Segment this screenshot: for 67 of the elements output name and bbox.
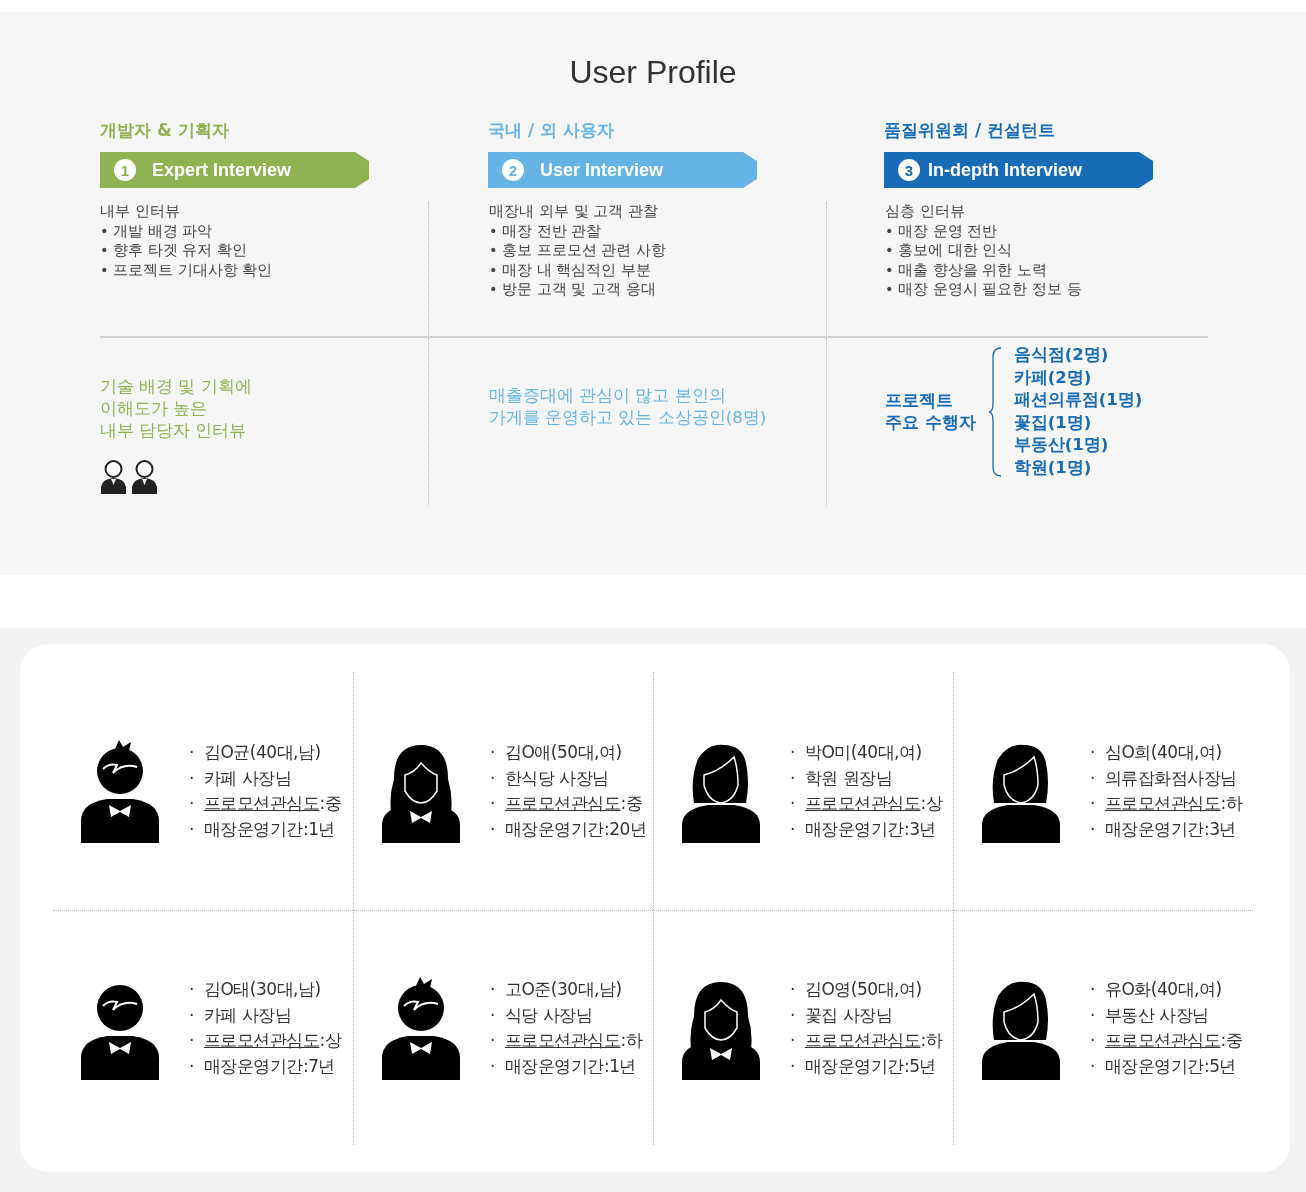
persona-detail: · 매장운영기간:5년 (1090, 1054, 1237, 1078)
persona-detail: · 프로모션관심도:중 (1090, 1029, 1243, 1052)
persona-detail: · 고O준(30대,남) (490, 978, 623, 1001)
persona-detail: · 박O미(40대,여) (790, 741, 923, 764)
persona-detail: · 의류잡화점사장님 (1090, 766, 1238, 790)
persona-detail: · 김O영(50대,여) (790, 978, 923, 1001)
man-avatar-icon (380, 976, 462, 1080)
breakdown-item: 꽃집(1명) (1013, 411, 1093, 434)
persona-detail: · 매장운영기간:3년 (790, 817, 937, 841)
list-item: • 매장 전반 관찰 (489, 221, 603, 241)
list-item: • 매장 운영시 필요한 정보 등 (885, 280, 1083, 299)
breakdown-item: 학원(1명) (1013, 456, 1093, 479)
persona-detail: · 유O화(40대,여) (1090, 978, 1223, 1001)
summary-text: 기술 배경 및 기획에 이해도가 높은 내부 담당자 인터뷰 (100, 375, 253, 442)
list-item: • 홍보에 대한 인식 (885, 241, 1014, 260)
persona-detail: · 프로모션관심도:중 (490, 792, 644, 815)
interview-banner: 3 In-depth Interview (884, 152, 1153, 188)
persona-detail: · 프로모션관심도:중 (189, 792, 342, 815)
persona-detail: · 프로모션관심도:하 (1090, 792, 1243, 815)
group-heading: 개발자 & 기획자 (100, 119, 230, 142)
list-item: • 매장 내 핵심적인 부분 (489, 260, 652, 280)
breakdown-item: 부동산(1명) (1013, 434, 1110, 456)
list-item: • 프로젝트 기대사항 확인 (100, 260, 274, 280)
summary-text: 프로젝트 주요 수행자 (885, 389, 976, 434)
list-item: • 향후 타겟 유저 확인 (100, 241, 248, 260)
list-heading: 매장내 외부 및 고객 관찰 (489, 202, 660, 222)
persona-detail: · 매장운영기간:5년 (790, 1054, 937, 1078)
list-item: • 홍보 프로모션 관련 사항 (489, 241, 667, 260)
persona-detail: · 김O애(50대,여) (490, 741, 623, 764)
persona-detail: · 매장운영기간:3년 (1090, 817, 1237, 841)
persona-detail: · 심O희(40대,여) (1090, 741, 1223, 764)
persona-detail: · 프로모션관심도:하 (490, 1029, 643, 1052)
persona-detail: · 부동산 사장님 (1090, 1003, 1210, 1027)
interview-banner: 2 User Interview (488, 152, 757, 188)
persona-detail: · 꽃집 사장님 (790, 1003, 894, 1027)
persona-detail: · 매장운영기간:7년 (189, 1054, 336, 1078)
persona-detail: · 매장운영기간:1년 (189, 817, 336, 841)
persona-detail: · 카페 사장님 (189, 766, 293, 790)
man-avatar-icon (79, 739, 161, 843)
list-heading: 내부 인터뷰 (100, 202, 181, 222)
person-icon (100, 457, 127, 494)
group-heading: 국내 / 외 사용자 (488, 119, 615, 142)
persona-detail: · 프로모션관심도:상 (189, 1029, 342, 1052)
list-item: • 방문 고객 및 고객 응대 (489, 280, 657, 299)
list-heading: 심층 인터뷰 (885, 202, 966, 222)
summary-text: 매출증대에 관심이 많고 본인의 가게를 운영하고 있는 소상공인(8명) (489, 384, 767, 429)
page-title: User Profile (568, 54, 738, 91)
persona-detail: · 김O균(40대,남) (189, 741, 322, 764)
persona-detail: · 프로모션관심도:하 (790, 1029, 943, 1052)
breakdown-item: 카페(2명) (1013, 366, 1093, 389)
list-item: • 개발 배경 파악 (100, 221, 214, 241)
persona-detail: · 식당 사장님 (490, 1003, 594, 1027)
persona-detail: · 프로모션관심도:상 (790, 792, 943, 815)
persona-detail: · 매장운영기간:1년 (490, 1054, 637, 1078)
group-heading: 품질위원회 / 컨설턴트 (884, 119, 1057, 142)
persona-detail: · 한식당 사장님 (490, 766, 610, 790)
persona-detail: · 학원 원장님 (790, 766, 894, 790)
persona-detail: · 매장운영기간:20년 (490, 817, 647, 841)
interview-banner: 1 Expert Interview (100, 152, 369, 188)
breakdown-item: 패션의류점(1명) (1013, 389, 1143, 411)
breakdown-item: 음식점(2명) (1013, 344, 1110, 366)
persona-detail: · 김O태(30대,남) (189, 978, 322, 1001)
list-item: • 매장 운영 전반 (885, 221, 999, 241)
persona-detail: · 카페 사장님 (189, 1003, 293, 1027)
list-item: • 매출 향상을 위한 노력 (885, 260, 1048, 280)
person-icon (131, 457, 158, 494)
brace-icon (987, 346, 1002, 477)
